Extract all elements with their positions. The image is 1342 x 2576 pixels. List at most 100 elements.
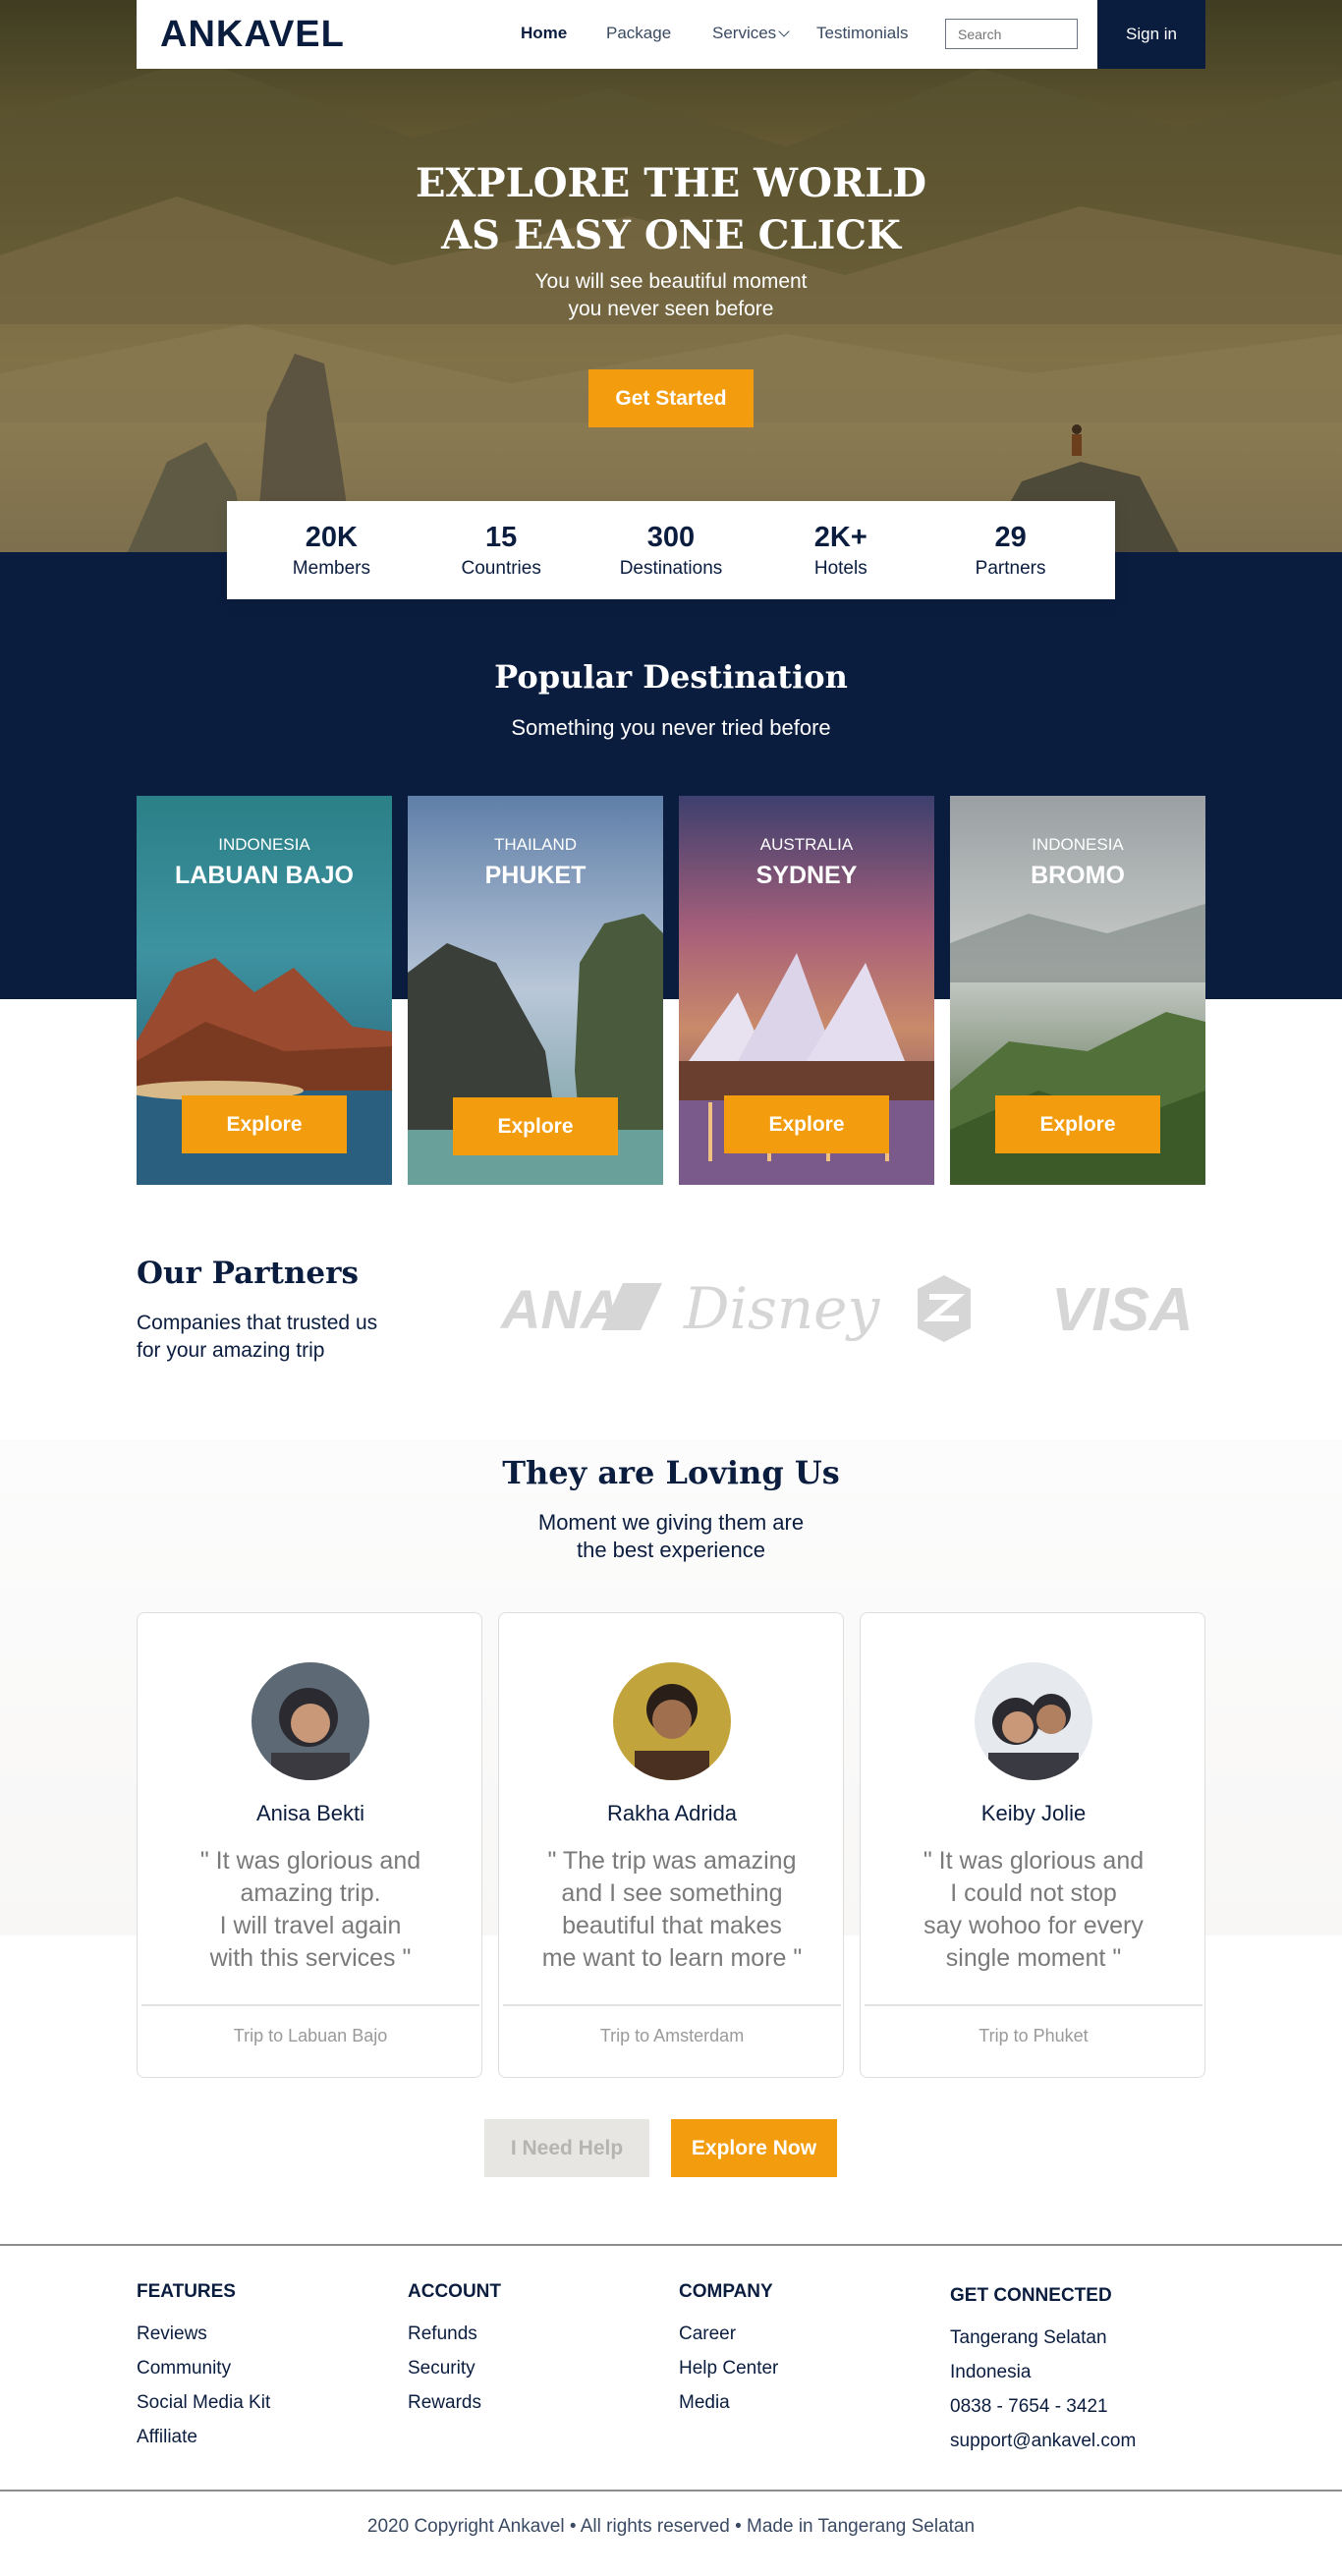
stat-label: Countries xyxy=(461,557,541,579)
footer-column-get-connected: GET CONNECTED Tangerang Selatan Indonesi… xyxy=(950,2285,1136,2458)
testimonial-card: Rakha Adrida " The trip was amazing and … xyxy=(498,1612,844,2078)
destination-card-bromo[interactable]: INDONESIA BROMO Explore xyxy=(950,796,1205,1185)
footer-link[interactable]: Reviews xyxy=(137,2317,270,2351)
footer-link[interactable]: Rewards xyxy=(408,2385,501,2420)
stat-value: 15 xyxy=(485,521,518,553)
explore-button[interactable]: Explore xyxy=(182,1095,347,1153)
stat-hotels: 2K+ Hotels xyxy=(757,522,924,580)
testimonials-subtitle-line1: Moment we giving them are xyxy=(537,1510,805,1535)
destination-city: PHUKET xyxy=(484,862,587,889)
footer-heading: GET CONNECTED xyxy=(950,2285,1112,2306)
testimonials-subtitle-line2: the best experience xyxy=(576,1538,766,1562)
explore-button[interactable]: Explore xyxy=(724,1095,889,1153)
footer-divider-bottom xyxy=(0,2490,1342,2492)
footer-phone[interactable]: 0838 - 7654 - 3421 xyxy=(950,2389,1136,2424)
footer-link[interactable]: Affiliate xyxy=(137,2420,270,2454)
testimonial-quote: " It was glorious and amazing trip. I wi… xyxy=(199,1847,421,1972)
disney-logo: Disney xyxy=(684,1275,880,1342)
footer-link[interactable]: Community xyxy=(137,2351,270,2385)
ana-logo-mark xyxy=(601,1283,662,1330)
chevron-down-icon xyxy=(778,26,790,37)
destination-city: BROMO xyxy=(1031,862,1125,889)
footer-email[interactable]: support@ankavel.com xyxy=(950,2424,1136,2458)
divider xyxy=(141,2004,479,2006)
footer-link[interactable]: Media xyxy=(679,2385,778,2420)
stat-label: Hotels xyxy=(813,557,867,579)
partners-title: Our Partners xyxy=(137,1256,359,1291)
nav-services[interactable]: Services xyxy=(712,24,790,43)
footer-column-features: FEATURES Reviews Community Social Media … xyxy=(137,2281,270,2454)
copyright-text: 2020 Copyright Ankavel • All rights rese… xyxy=(366,2516,976,2537)
search-input[interactable] xyxy=(945,19,1078,49)
partners-subtitle: Companies that trusted us for your amazi… xyxy=(137,1310,377,1365)
stat-label: Partners xyxy=(975,557,1046,579)
hero-subtitle-line2: you never seen before xyxy=(568,298,774,320)
destination-city: SYDNEY xyxy=(755,862,858,889)
testimonial-name: Anisa Bekti xyxy=(255,1801,365,1825)
hero-title: EXPLORE THE WORLD AS EASY ONE CLICK xyxy=(0,157,1342,261)
visa-logo: VISA xyxy=(1051,1276,1194,1344)
destination-country: INDONESIA xyxy=(1032,835,1124,854)
get-started-button[interactable]: Get Started xyxy=(588,369,754,427)
divider xyxy=(865,2004,1202,2006)
footer-link[interactable]: Career xyxy=(679,2317,778,2351)
stat-value: 2K+ xyxy=(813,521,867,553)
footer-link[interactable]: Social Media Kit xyxy=(137,2385,270,2420)
testimonial-trip: Trip to Amsterdam xyxy=(599,2026,745,2045)
hero-title-line2: AS EASY ONE CLICK xyxy=(441,212,901,258)
popular-subtitle: Something you never tried before xyxy=(511,715,831,740)
stat-partners: 29 Partners xyxy=(927,522,1094,580)
signin-button[interactable]: Sign in xyxy=(1097,0,1205,69)
hero-subtitle: You will see beautiful moment you never … xyxy=(0,268,1342,323)
top-navbar: ANKAVEL Home Package Services Testimonia… xyxy=(137,0,1205,69)
shield-logo xyxy=(918,1275,971,1342)
stat-countries: 15 Countries xyxy=(418,522,585,580)
nav-home[interactable]: Home xyxy=(521,24,567,43)
brand-logo[interactable]: ANKAVEL xyxy=(160,14,345,56)
footer-link[interactable]: Help Center xyxy=(679,2351,778,2385)
destination-card-labuan-bajo[interactable]: INDONESIA LABUAN BAJO Explore xyxy=(137,796,392,1185)
avatar xyxy=(252,1662,369,1780)
destination-card-sydney[interactable]: AUSTRALIA SYDNEY Explore xyxy=(679,796,934,1185)
avatar xyxy=(975,1662,1092,1780)
footer-address-city: Tangerang Selatan xyxy=(950,2327,1107,2348)
explore-button[interactable]: Explore xyxy=(995,1095,1160,1153)
explore-now-button[interactable]: Explore Now xyxy=(671,2119,837,2177)
footer-heading: ACCOUNT xyxy=(408,2281,501,2302)
testimonial-trip: Trip to Labuan Bajo xyxy=(233,2026,388,2045)
need-help-button[interactable]: I Need Help xyxy=(484,2119,649,2177)
footer-column-company: COMPANY Career Help Center Media xyxy=(679,2281,778,2420)
footer-address-country: Indonesia xyxy=(950,2362,1032,2382)
stat-value: 29 xyxy=(994,521,1027,553)
stat-label: Members xyxy=(292,557,370,579)
testimonial-trip: Trip to Phuket xyxy=(979,2026,1089,2045)
partners-subtitle-line1: Companies that trusted us xyxy=(137,1312,378,1334)
footer-link[interactable]: Security xyxy=(408,2351,501,2385)
destination-country: INDONESIA xyxy=(218,835,310,854)
stat-label: Destinations xyxy=(619,557,723,579)
footer-heading: COMPANY xyxy=(679,2281,773,2302)
stat-members: 20K Members xyxy=(248,522,415,580)
hero-title-line1: EXPLORE THE WORLD xyxy=(415,160,927,206)
stat-value: 20K xyxy=(305,521,358,553)
destination-country: THAILAND xyxy=(493,835,578,854)
testimonial-name: Rakha Adrida xyxy=(606,1801,738,1825)
nav-package[interactable]: Package xyxy=(606,24,671,43)
stat-destinations: 300 Destinations xyxy=(587,522,755,580)
footer-heading: FEATURES xyxy=(137,2281,236,2302)
divider xyxy=(503,2004,841,2006)
destination-card-phuket[interactable]: THAILAND PHUKET Explore xyxy=(408,796,663,1185)
footer-column-account: ACCOUNT Refunds Security Rewards xyxy=(408,2281,501,2420)
hero-section: ANKAVEL Home Package Services Testimonia… xyxy=(0,0,1342,552)
testimonial-card: Anisa Bekti " It was glorious and amazin… xyxy=(137,1612,482,2078)
testimonial-name: Keiby Jolie xyxy=(980,1801,1087,1825)
explore-button[interactable]: Explore xyxy=(453,1097,618,1155)
footer-divider-top xyxy=(0,2244,1342,2246)
nav-testimonials[interactable]: Testimonials xyxy=(816,24,909,43)
destination-country: AUSTRALIA xyxy=(759,835,854,854)
partners-subtitle-line2: for your amazing trip xyxy=(137,1339,325,1362)
testimonial-card: Keiby Jolie " It was glorious and I coul… xyxy=(860,1612,1205,2078)
nav-services-label: Services xyxy=(712,24,777,42)
testimonial-quote: " The trip was amazing and I see somethi… xyxy=(541,1847,803,1972)
footer-link[interactable]: Refunds xyxy=(408,2317,501,2351)
